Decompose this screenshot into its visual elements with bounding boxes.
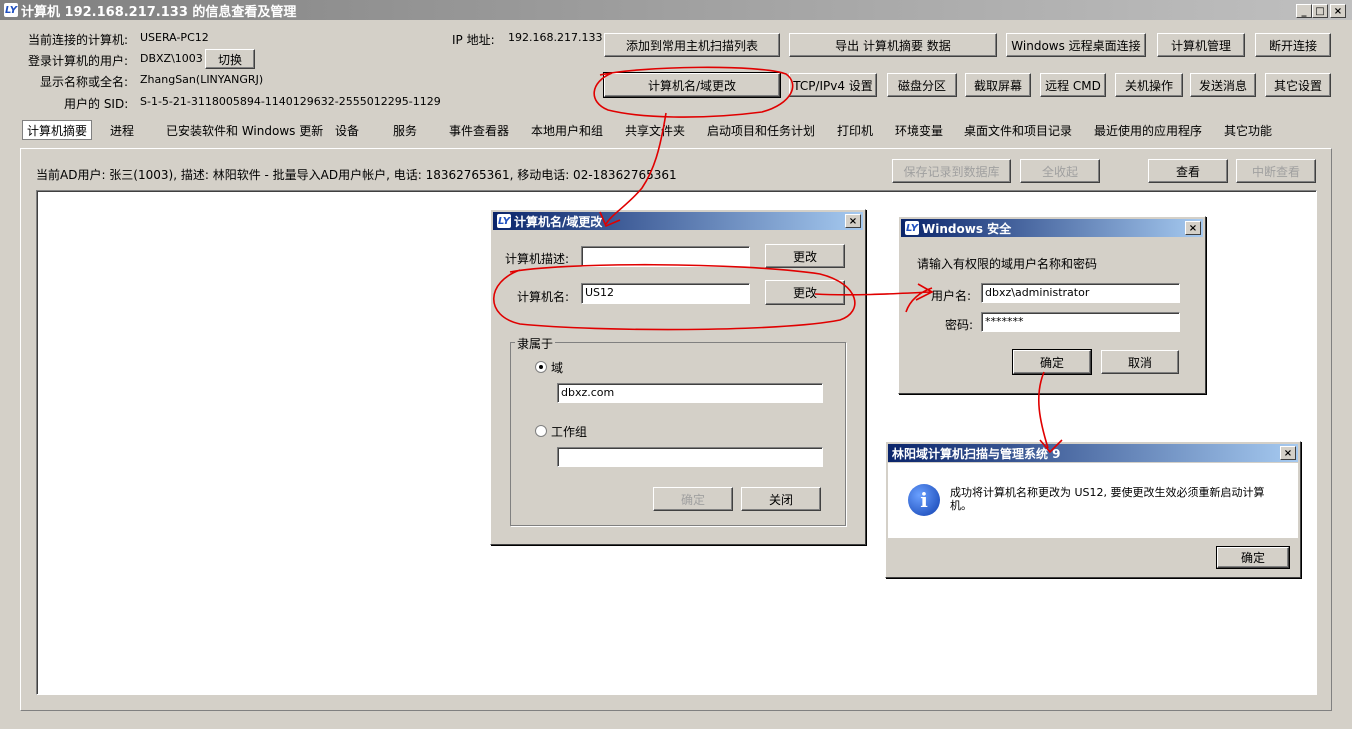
- logged-user-label: 登录计算机的用户:: [28, 54, 129, 68]
- connected-value: USERA-PC12: [140, 31, 209, 44]
- ip-label: IP 地址:: [452, 33, 495, 47]
- remote-desktop-button[interactable]: Windows 远程桌面连接: [1006, 33, 1146, 57]
- sid-value: S-1-5-21-3118005894-1140129632-255501229…: [140, 95, 441, 108]
- rename-dialog: LY 计算机名/域更改 × 计算机描述: 更改 计算机名: US12 更改 隶属…: [490, 209, 866, 545]
- view-button[interactable]: 查看: [1148, 159, 1228, 183]
- tab-event-viewer[interactable]: 事件查看器: [449, 120, 509, 140]
- rename-ok-button[interactable]: 确定: [653, 487, 733, 511]
- security-prompt: 请输入有权限的域用户名称和密码: [917, 257, 1098, 271]
- desc-label: 计算机描述:: [505, 252, 570, 266]
- minimize-icon[interactable]: _: [1296, 4, 1312, 18]
- tab-other[interactable]: 其它功能: [1224, 120, 1272, 140]
- close-icon[interactable]: ×: [1280, 446, 1296, 460]
- save-to-db-button[interactable]: 保存记录到数据库: [892, 159, 1011, 183]
- message-ok-button[interactable]: 确定: [1216, 546, 1290, 569]
- rename-dialog-title-bar[interactable]: LY 计算机名/域更改: [493, 212, 863, 230]
- tab-summary[interactable]: 计算机摘要: [22, 120, 93, 140]
- shutdown-button[interactable]: 关机操作: [1115, 73, 1183, 97]
- domain-radio[interactable]: [535, 361, 547, 373]
- tab-processes[interactable]: 进程: [110, 120, 134, 140]
- username-label: 用户名:: [931, 289, 972, 303]
- name-label: 计算机名:: [517, 290, 570, 304]
- member-of-label: 隶属于: [515, 335, 556, 352]
- remote-cmd-button[interactable]: 远程 CMD: [1040, 73, 1106, 97]
- tab-desktop-files[interactable]: 桌面文件和项目记录: [964, 120, 1072, 140]
- stop-view-button[interactable]: 中断查看: [1236, 159, 1316, 183]
- app-logo-icon: LY: [497, 214, 511, 228]
- tab-shared-folders[interactable]: 共享文件夹: [625, 120, 685, 140]
- main-title-bar[interactable]: LY 计算机 192.168.217.133 的信息查看及管理: [0, 0, 1352, 20]
- sid-label: 用户的 SID:: [64, 97, 129, 111]
- security-dialog-title: Windows 安全: [922, 221, 1012, 236]
- logged-user-value: DBXZ\1003: [140, 52, 203, 65]
- tab-local-users[interactable]: 本地用户和组: [531, 120, 603, 140]
- close-icon[interactable]: ×: [1330, 4, 1346, 18]
- workgroup-input[interactable]: [557, 447, 823, 467]
- rename-domain-button[interactable]: 计算机名/域更改: [603, 72, 781, 98]
- message-dialog-title: 林阳域计算机扫描与管理系统 9: [892, 446, 1061, 461]
- app-logo-icon: LY: [905, 221, 919, 235]
- export-summary-button[interactable]: 导出 计算机摘要 数据: [789, 33, 997, 57]
- send-message-button[interactable]: 发送消息: [1190, 73, 1256, 97]
- rename-dialog-title: 计算机名/域更改: [514, 214, 603, 229]
- computer-name-input[interactable]: US12: [581, 283, 750, 304]
- security-cancel-button[interactable]: 取消: [1101, 350, 1179, 374]
- password-input[interactable]: *******: [981, 312, 1180, 332]
- desc-input[interactable]: [581, 246, 750, 267]
- collapse-all-button[interactable]: 全收起: [1020, 159, 1100, 183]
- domain-label: 域: [551, 361, 564, 375]
- info-icon: i: [908, 484, 940, 516]
- name-change-button[interactable]: 更改: [765, 280, 845, 305]
- tab-environment[interactable]: 环境变量: [895, 120, 943, 140]
- add-to-scan-list-button[interactable]: 添加到常用主机扫描列表: [604, 33, 780, 57]
- tab-recent-apps[interactable]: 最近使用的应用程序: [1094, 120, 1202, 140]
- password-label: 密码:: [945, 318, 974, 332]
- workgroup-label: 工作组: [551, 425, 588, 439]
- rename-close-button[interactable]: 关闭: [741, 487, 821, 511]
- display-name-value: ZhangSan(LINYANGRJ): [140, 73, 264, 86]
- disconnect-button[interactable]: 断开连接: [1255, 33, 1331, 57]
- disk-partition-button[interactable]: 磁盘分区: [887, 73, 957, 97]
- message-dialog-title-bar[interactable]: 林阳域计算机扫描与管理系统 9: [888, 444, 1298, 462]
- ip-value: 192.168.217.133: [508, 31, 603, 44]
- message-text: 成功将计算机名称更改为 US12, 要使更改生效必须重新启动计算机。: [950, 486, 1265, 512]
- display-name-label: 显示名称或全名:: [40, 75, 129, 89]
- workgroup-radio[interactable]: [535, 425, 547, 437]
- connected-label: 当前连接的计算机:: [28, 33, 129, 47]
- tab-software[interactable]: 已安装软件和 Windows 更新: [166, 120, 323, 140]
- other-settings-button[interactable]: 其它设置: [1265, 73, 1331, 97]
- app-logo-icon: LY: [4, 3, 18, 17]
- desc-change-button[interactable]: 更改: [765, 244, 845, 268]
- security-ok-button[interactable]: 确定: [1012, 349, 1092, 375]
- window-title: 计算机 192.168.217.133 的信息查看及管理: [21, 4, 297, 20]
- maximize-icon[interactable]: □: [1312, 4, 1328, 18]
- security-dialog: LY Windows 安全 × 请输入有权限的域用户名称和密码 用户名: dbx…: [898, 216, 1206, 394]
- ad-user-info: 当前AD用户: 张三(1003), 描述: 林阳软件 - 批量导入AD用户帐户,…: [36, 168, 677, 182]
- close-icon[interactable]: ×: [1185, 221, 1201, 235]
- tab-services[interactable]: 服务: [393, 120, 417, 140]
- tab-devices[interactable]: 设备: [335, 120, 359, 140]
- computer-management-button[interactable]: 计算机管理: [1157, 33, 1245, 57]
- message-dialog: 林阳域计算机扫描与管理系统 9 × i 成功将计算机名称更改为 US12, 要使…: [885, 441, 1301, 578]
- screenshot-button[interactable]: 截取屏幕: [965, 73, 1031, 97]
- tcpip-settings-button[interactable]: TCP/IPv4 设置: [789, 73, 877, 97]
- username-input[interactable]: dbxz\administrator: [981, 283, 1180, 303]
- close-icon[interactable]: ×: [845, 214, 861, 228]
- domain-input[interactable]: dbxz.com: [557, 383, 823, 403]
- tab-printers[interactable]: 打印机: [837, 120, 873, 140]
- switch-user-button[interactable]: 切换: [205, 49, 255, 69]
- security-dialog-title-bar[interactable]: LY Windows 安全: [901, 219, 1203, 237]
- tab-startup[interactable]: 启动项目和任务计划: [707, 120, 815, 140]
